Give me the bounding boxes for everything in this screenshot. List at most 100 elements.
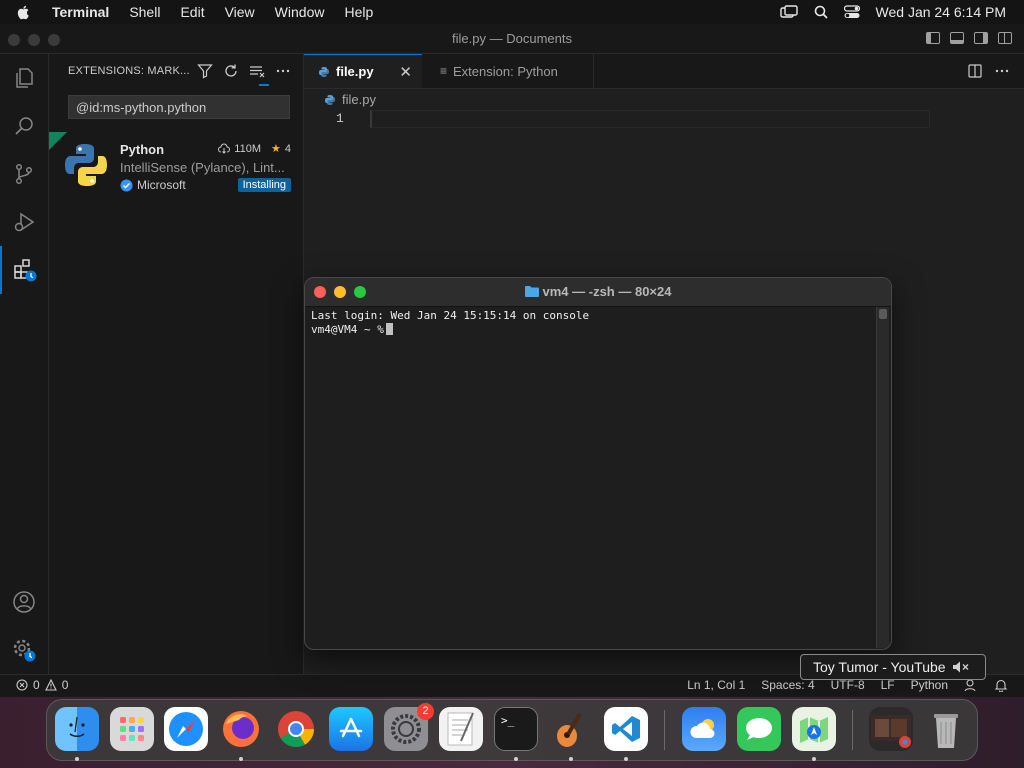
dock-vscode[interactable]	[604, 707, 648, 751]
search-icon[interactable]	[0, 102, 48, 150]
control-center-icon[interactable]	[843, 5, 860, 19]
notifications-bell-icon[interactable]	[994, 678, 1008, 692]
dock-system-settings[interactable]: 2	[384, 703, 434, 751]
problems-indicator[interactable]: 0 0	[16, 678, 68, 692]
firefox-running-indicator	[239, 757, 243, 761]
dock-separator	[852, 710, 853, 750]
settings-notification-badge: 2	[417, 703, 434, 720]
activity-bar	[0, 54, 49, 674]
toggle-primary-sidebar-icon[interactable]	[926, 32, 940, 44]
scrollbar-thumb[interactable]	[879, 309, 887, 319]
extension-downloads: 110M	[234, 142, 261, 155]
menu-app-terminal[interactable]: Terminal	[52, 4, 109, 20]
star-icon: ★	[271, 143, 281, 155]
dock-garageband[interactable]	[549, 707, 593, 751]
toggle-secondary-sidebar-icon[interactable]	[974, 32, 988, 44]
terminal-cursor	[385, 323, 393, 335]
extensions-search-input[interactable]	[68, 95, 290, 119]
split-editor-icon[interactable]	[968, 64, 982, 78]
menu-help[interactable]: Help	[344, 4, 373, 20]
copilot-account-icon[interactable]	[964, 678, 978, 692]
terminal-prompt-icon: >_	[501, 714, 515, 727]
system-settings-gear-icon	[391, 714, 421, 744]
dock-trash[interactable]	[924, 707, 968, 751]
cursor-position[interactable]: Ln 1, Col 1	[687, 678, 745, 692]
messages-bubble-icon	[746, 718, 772, 740]
dock-textedit[interactable]	[439, 707, 483, 751]
dock-maps[interactable]	[792, 707, 836, 751]
more-actions-icon[interactable]	[275, 63, 291, 79]
menu-shell[interactable]: Shell	[129, 4, 160, 20]
terminal-prompt: vm4@VM4 ~ %	[311, 323, 384, 336]
error-count: 0	[33, 678, 40, 692]
tab-file-py[interactable]: file.py ✕	[304, 54, 422, 88]
terminal-prompt-line: vm4@VM4 ~ %	[311, 323, 871, 337]
dock-launchpad[interactable]	[110, 707, 154, 751]
toggle-panel-icon[interactable]	[950, 32, 964, 44]
window-title: file.py — Documents	[452, 31, 572, 46]
indentation[interactable]: Spaces: 4	[761, 678, 814, 692]
garageband-running-indicator	[569, 757, 573, 761]
breadcrumb[interactable]: file.py	[324, 92, 376, 107]
editor-more-actions-icon[interactable]	[994, 64, 1010, 78]
extensions-sidebar: EXTENSIONS: MARK... Python 110M ★ 4	[49, 54, 304, 674]
warning-count: 0	[61, 678, 69, 692]
dock-weather[interactable]	[682, 707, 726, 751]
installing-status-badge: Installing	[237, 178, 291, 192]
tab-close-icon[interactable]: ✕	[399, 63, 412, 81]
menu-window[interactable]: Window	[275, 4, 325, 20]
extensions-icon[interactable]	[0, 246, 48, 294]
dock: 2 >_	[46, 699, 978, 761]
screen-mirroring-icon[interactable]	[779, 5, 798, 19]
extension-publisher: Microsoft	[120, 178, 186, 192]
code-editor-line[interactable]	[370, 110, 930, 128]
extension-preview-icon: ≡	[440, 64, 448, 78]
extension-list-item-python[interactable]: Python 110M ★ 4 IntelliSense (Pylance), …	[49, 132, 303, 196]
launchpad-icon	[120, 717, 144, 741]
end-of-line[interactable]: LF	[881, 678, 895, 692]
dock-chrome[interactable]	[274, 707, 318, 751]
tooltip-text: Toy Tumor - YouTube	[813, 659, 946, 675]
clear-results-icon[interactable]	[249, 63, 265, 79]
vscode-running-indicator	[624, 757, 628, 761]
finder-running-indicator	[75, 757, 79, 761]
terminal-titlebar[interactable]: vm4 — -zsh — 80×24	[305, 278, 891, 307]
dock-safari[interactable]	[164, 707, 208, 751]
editor-tabs: file.py ✕ ≡ Extension: Python	[304, 54, 1024, 89]
dock-messages[interactable]	[737, 707, 781, 751]
refresh-icon[interactable]	[223, 63, 239, 79]
customize-layout-icon[interactable]	[998, 32, 1012, 44]
terminal-title: vm4 — -zsh — 80×24	[305, 284, 891, 299]
terminal-window[interactable]: vm4 — -zsh — 80×24 Last login: Wed Jan 2…	[304, 277, 892, 650]
chrome-icon	[278, 711, 314, 747]
terminal-output[interactable]: Last login: Wed Jan 24 15:15:14 on conso…	[311, 309, 871, 337]
menu-edit[interactable]: Edit	[180, 4, 204, 20]
dock-separator	[664, 710, 665, 750]
apple-menu-icon[interactable]	[16, 4, 32, 20]
language-mode[interactable]: Python	[911, 678, 948, 692]
accounts-icon[interactable]	[0, 578, 48, 626]
terminal-title-text: vm4 — -zsh — 80×24	[542, 284, 672, 299]
dock-finder[interactable]	[55, 707, 99, 751]
garageband-guitar-icon	[557, 712, 582, 747]
encoding[interactable]: UTF-8	[831, 678, 865, 692]
tab-label: file.py	[336, 64, 374, 79]
dock-minimized-youtube-window[interactable]	[869, 707, 913, 751]
finder-icon	[69, 716, 85, 737]
manage-gear-icon[interactable]	[0, 626, 48, 674]
filter-icon[interactable]	[197, 63, 213, 79]
tab-extension-python[interactable]: ≡ Extension: Python	[422, 54, 594, 88]
menu-view[interactable]: View	[225, 4, 255, 20]
run-and-debug-icon[interactable]	[0, 198, 48, 246]
warning-icon	[44, 679, 57, 691]
dock-app-store[interactable]	[329, 707, 373, 751]
trash-icon	[934, 714, 958, 748]
spotlight-search-icon[interactable]	[814, 5, 828, 19]
dock-firefox[interactable]	[219, 707, 263, 751]
source-control-icon[interactable]	[0, 150, 48, 198]
terminal-scrollbar[interactable]	[876, 307, 889, 648]
menubar-clock[interactable]: Wed Jan 24 6:14 PM	[876, 4, 1006, 20]
terminal-running-indicator	[514, 757, 518, 761]
explorer-icon[interactable]	[0, 54, 48, 102]
dock-terminal[interactable]: >_	[494, 707, 538, 751]
